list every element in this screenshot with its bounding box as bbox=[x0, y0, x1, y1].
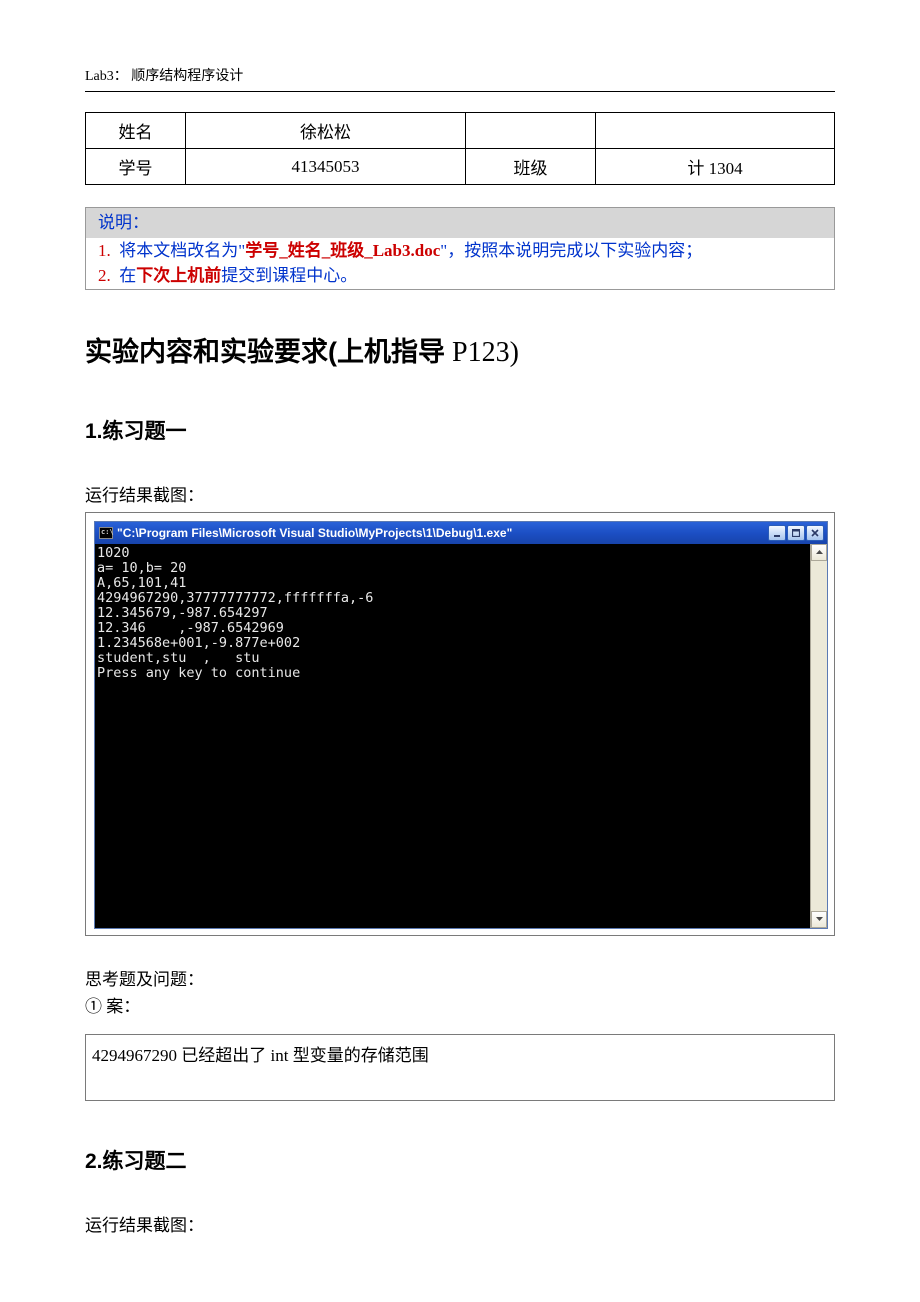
window-button-group bbox=[768, 525, 824, 541]
item2-prefix: 在 bbox=[119, 266, 136, 285]
console-output: 1020 a= 10,b= 20 A,65,101,41 4294967290,… bbox=[95, 544, 810, 928]
maximize-button[interactable] bbox=[787, 525, 805, 541]
main-title-cn: 实验内容和实验要求(上机指导 bbox=[85, 337, 445, 367]
scroll-up-button[interactable] bbox=[811, 544, 827, 561]
console-window: c:\ "C:\Program Files\Microsoft Visual S… bbox=[94, 521, 828, 929]
table-row: 姓名 徐松松 bbox=[86, 113, 835, 149]
item2-number: 2. bbox=[98, 266, 111, 285]
header-rule bbox=[85, 91, 835, 92]
console-scrollbar[interactable] bbox=[810, 544, 827, 928]
student-info-table: 姓名 徐松松 学号 41345053 班级 计 1304 bbox=[85, 112, 835, 185]
console-titlebar: c:\ "C:\Program Files\Microsoft Visual S… bbox=[95, 522, 827, 544]
console-body-wrap: 1020 a= 10,b= 20 A,65,101,41 4294967290,… bbox=[95, 544, 827, 928]
instructions-title: 说明： bbox=[86, 208, 834, 238]
maximize-icon bbox=[792, 529, 800, 537]
class-label: 班级 bbox=[466, 149, 596, 185]
chevron-up-icon bbox=[816, 550, 823, 554]
section2-caption: 运行结果截图： bbox=[85, 1211, 835, 1236]
section2-title: 2.练习题二 bbox=[85, 1145, 835, 1175]
item2-highlight: 下次上机前 bbox=[136, 266, 221, 285]
item1-number: 1. bbox=[98, 241, 111, 260]
think-label: 思考题及问题： bbox=[85, 966, 835, 993]
empty-label bbox=[466, 113, 596, 149]
minimize-icon bbox=[773, 529, 781, 537]
instruction-item-1: 1. 将本文档改名为"学号_姓名_班级_Lab3.doc"，按照本说明完成以下实… bbox=[86, 238, 834, 264]
item2-suffix: 提交到课程中心。 bbox=[221, 266, 357, 285]
answer-box: 4294967290 已经超出了 int 型变量的存储范围 bbox=[85, 1034, 835, 1101]
close-icon bbox=[811, 529, 819, 537]
think-item-1: ① 案： bbox=[85, 993, 835, 1020]
id-value: 41345053 bbox=[186, 149, 466, 185]
empty-value bbox=[596, 113, 835, 149]
cmd-icon: c:\ bbox=[99, 527, 113, 539]
name-label: 姓名 bbox=[86, 113, 186, 149]
think-block: 思考题及问题： ① 案： bbox=[85, 966, 835, 1020]
scroll-down-button[interactable] bbox=[811, 911, 827, 928]
console-title-text: "C:\Program Files\Microsoft Visual Studi… bbox=[117, 526, 768, 540]
console-screenshot-frame: c:\ "C:\Program Files\Microsoft Visual S… bbox=[85, 512, 835, 936]
class-value: 计 1304 bbox=[596, 149, 835, 185]
main-title-en: P123) bbox=[445, 337, 519, 368]
minimize-button[interactable] bbox=[768, 525, 786, 541]
item1-suffix: "，按照本说明完成以下实验内容； bbox=[440, 241, 702, 260]
item1-prefix: 将本文档改名为" bbox=[119, 241, 245, 260]
instruction-item-2: 2. 在下次上机前提交到课程中心。 bbox=[86, 263, 834, 289]
table-row: 学号 41345053 班级 计 1304 bbox=[86, 149, 835, 185]
name-value: 徐松松 bbox=[186, 113, 466, 149]
section1-title: 1.练习题一 bbox=[85, 415, 835, 445]
chevron-down-icon bbox=[816, 917, 823, 921]
close-button[interactable] bbox=[806, 525, 824, 541]
id-label: 学号 bbox=[86, 149, 186, 185]
doc-header-label: Lab3： 顺序结构程序设计 bbox=[85, 65, 835, 85]
item1-highlight: 学号_姓名_班级_Lab3.doc bbox=[245, 241, 440, 260]
section1-caption: 运行结果截图： bbox=[85, 481, 835, 506]
main-title: 实验内容和实验要求(上机指导 P123) bbox=[85, 330, 835, 369]
instructions-box: 说明： 1. 将本文档改名为"学号_姓名_班级_Lab3.doc"，按照本说明完… bbox=[85, 207, 835, 290]
